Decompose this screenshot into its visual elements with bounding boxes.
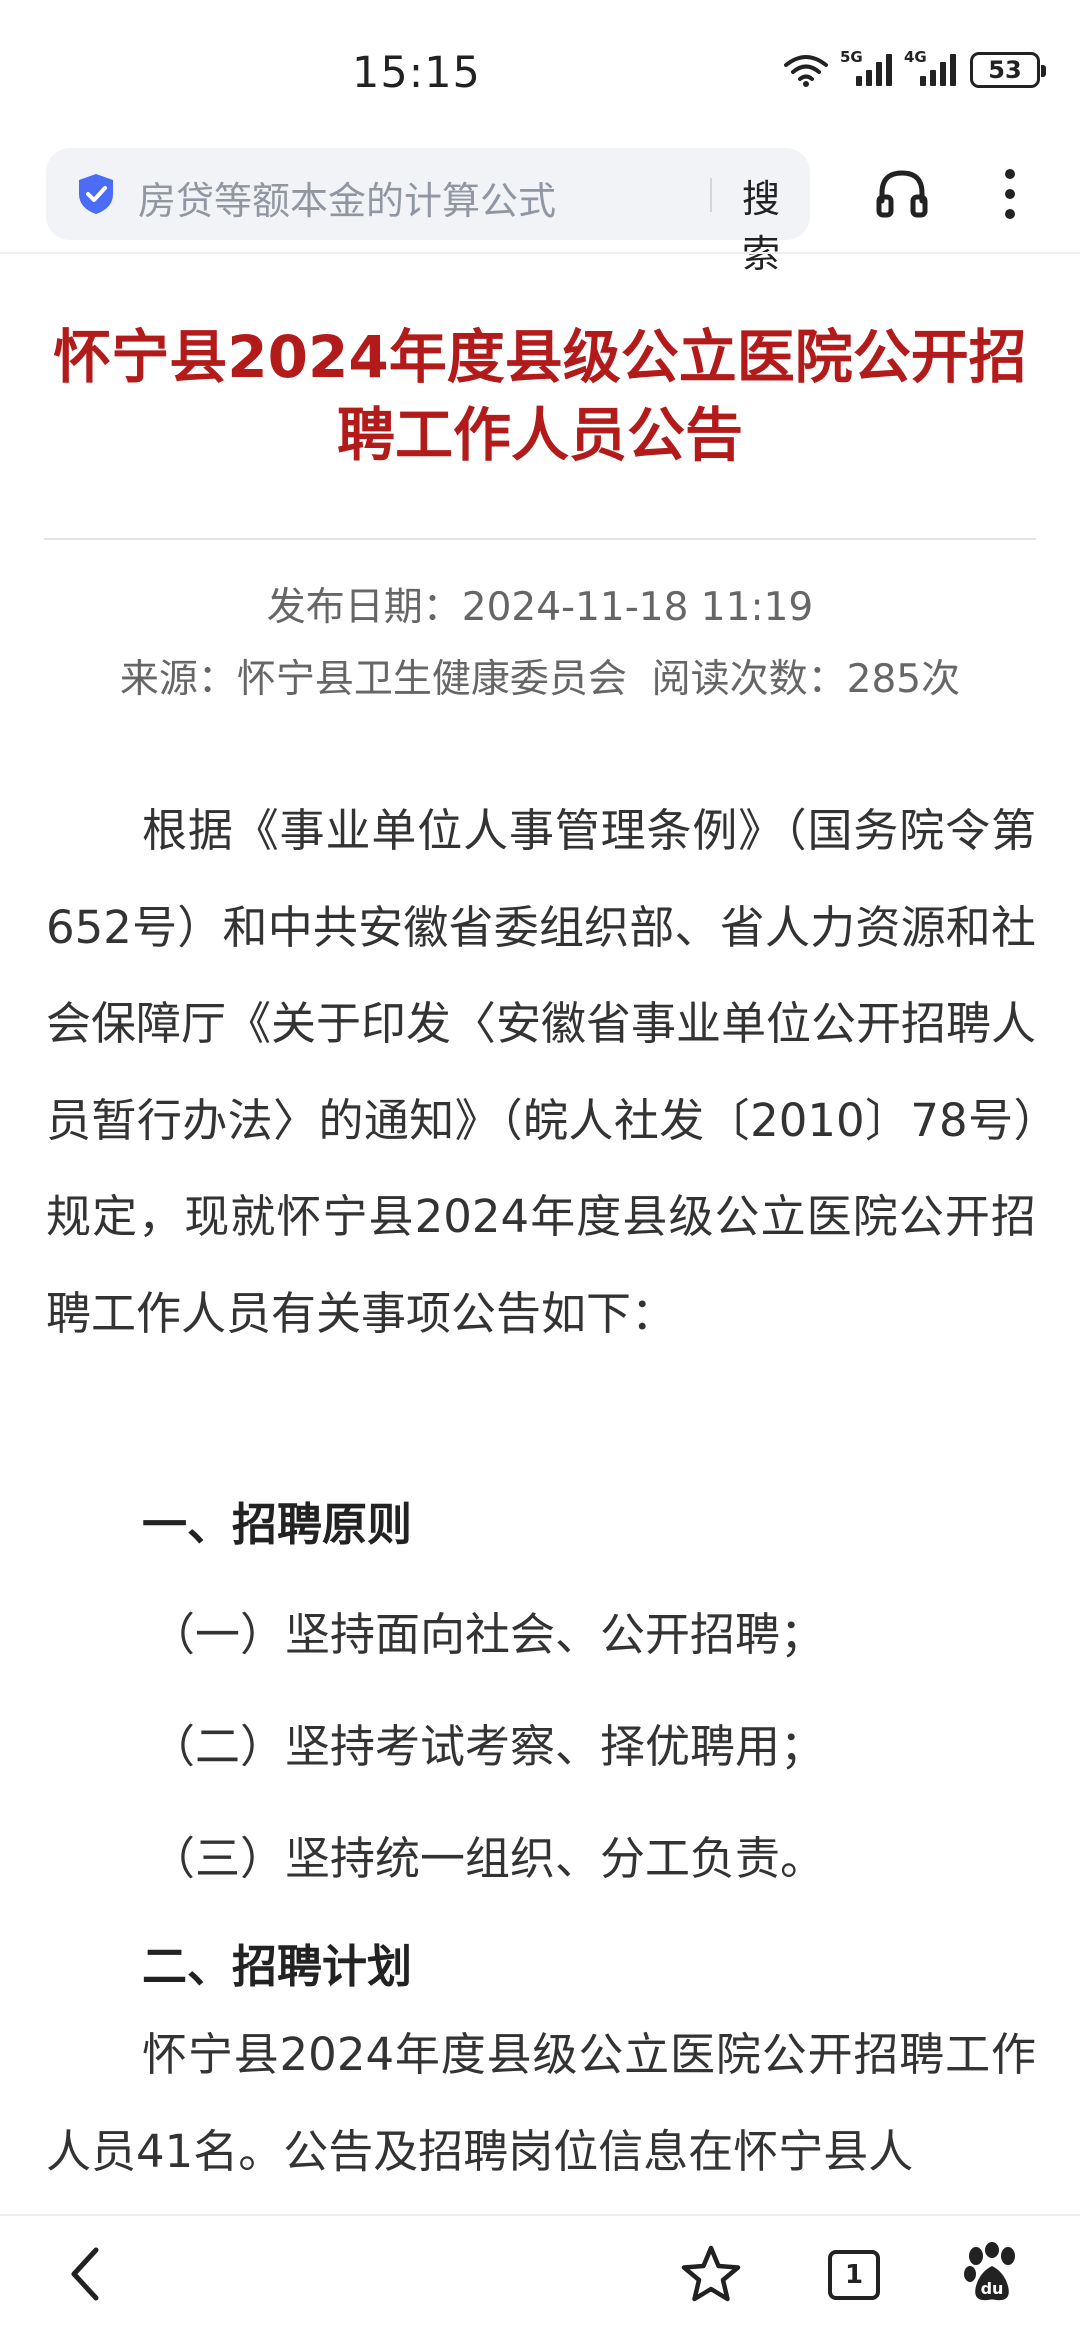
signal-5g: 5G bbox=[840, 48, 892, 86]
back-icon[interactable] bbox=[66, 2244, 106, 2304]
toolbar-divider bbox=[0, 252, 1080, 254]
more-icon[interactable] bbox=[1000, 166, 1020, 222]
article-title: 怀宁县2024年度县级公立医院公开招聘工作人员公告 bbox=[53, 323, 1027, 469]
star-icon[interactable] bbox=[680, 2244, 742, 2304]
article-paragraph: 怀宁县2024年度县级公立医院公开招聘工作人员41名。公告及招聘岗位信息在怀宁县… bbox=[46, 2028, 1036, 2178]
tabs-icon[interactable]: 1 bbox=[828, 2250, 880, 2300]
title-divider bbox=[44, 538, 1036, 540]
principle-item: （二）坚持考试考察、择优聘用； bbox=[150, 1720, 826, 1773]
source-and-views: 来源：怀宁县卫生健康委员会 阅读次数：285次 bbox=[119, 657, 961, 702]
principle-item: （一）坚持面向社会、公开招聘； bbox=[150, 1608, 826, 1661]
headphone-icon[interactable] bbox=[874, 165, 930, 221]
battery-indicator: 53 bbox=[970, 52, 1046, 88]
section-heading: 一、招聘原则 bbox=[142, 1498, 413, 1551]
section-heading: 二、招聘计划 bbox=[142, 1940, 413, 1993]
article-paragraph: 根据《事业单位人事管理条例》（国务院令第652号）和中共安徽省委组织部、省人力资… bbox=[46, 804, 1037, 1340]
status-bar: 15:15 5G 4G 53 bbox=[0, 0, 1080, 150]
principle-item: （三）坚持统一组织、分工负责。 bbox=[150, 1832, 826, 1885]
search-bar[interactable]: 房贷等额本金的计算公式 搜索 bbox=[46, 148, 810, 276]
bottom-nav: 1 du bbox=[0, 2214, 1080, 2340]
search-button[interactable]: 搜索 bbox=[742, 168, 810, 278]
search-input[interactable]: 房贷等额本金的计算公式 bbox=[138, 170, 556, 225]
publish-date: 发布日期：2024-11-18 11:19 bbox=[266, 585, 814, 630]
baidu-paw-icon[interactable]: du bbox=[962, 2242, 1022, 2306]
wifi-icon bbox=[784, 55, 828, 87]
signal-4g: 4G bbox=[904, 48, 956, 86]
network-5g-label: 5G bbox=[840, 48, 863, 66]
status-time: 15:15 bbox=[352, 48, 481, 98]
svg-text:du: du bbox=[981, 2279, 1004, 2298]
network-4g-label: 4G bbox=[904, 48, 927, 66]
shield-icon bbox=[79, 174, 113, 214]
search-divider bbox=[710, 178, 712, 212]
status-icons: 5G 4G 53 bbox=[784, 48, 1046, 88]
